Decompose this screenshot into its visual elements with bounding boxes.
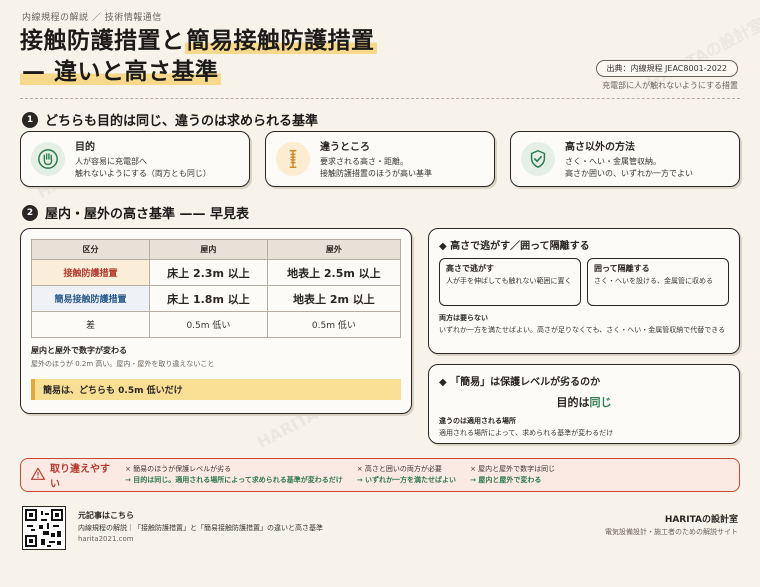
method-card-title: ◆ 高さで逃がす／囲って隔離する: [439, 241, 590, 252]
card-body-line1: 要求される高さ・距離。: [320, 157, 408, 166]
source-link-description: 内線規程の解説｜「接触防護措置」と「簡易接触防護措置」の違いと高さ基準: [78, 524, 323, 532]
column-header: 屋内: [149, 239, 268, 260]
warning-icon: [31, 467, 46, 483]
box-title: 囲って隔離する: [594, 264, 650, 273]
difference-card: 違うところ 要求される高さ・距離。 接触防護措置のほうが高い基準: [265, 131, 495, 187]
method-card: ◆ 高さで逃がす／囲って隔離する 高さで逃がす 人が手を伸ばしても触れない範囲に…: [428, 228, 740, 354]
highlight-strip: 簡易は、どちらも 0.5m 低いだけ: [31, 379, 401, 400]
purpose-card: 目的 人が容易に充電部へ 触れないようにする（両方とも同じ）: [20, 131, 250, 187]
table-row: 簡易接触防護措置 床上 1.8m 以上 地表上 2m 以上: [30, 285, 402, 312]
title-term2: 簡易接触防護措置: [184, 28, 377, 54]
source-url[interactable]: harita2021.com: [78, 535, 134, 543]
height-table-card: 区分 屋内 屋外 接触防護措置 床上 2.3m 以上 地表上 2.5m 以上 簡…: [20, 228, 412, 414]
table-cell: 床上 2.3m 以上: [149, 259, 268, 286]
title-joiner: と: [161, 28, 185, 54]
source-badge: 出典：内線規程 JEAC8001-2022: [595, 60, 738, 77]
card-body-line2: 高さか囲いの、いずれか一方でよい: [565, 169, 693, 178]
card-title: 違うところ: [320, 142, 370, 153]
row-label: 接触防護措置: [30, 259, 151, 286]
table-cell: 地表上 2m 以上: [266, 285, 402, 312]
mistake-item: × 簡易のほうが保護レベルが劣る → 目的は同じ。適用される場所によって求められ…: [125, 464, 343, 484]
table-cell: 0.5m 低い: [149, 311, 268, 338]
table-cell: 床上 1.8m 以上: [149, 285, 268, 312]
title-subline: — 違いと高さ基準: [20, 59, 221, 85]
enclosure-method-box: 囲って隔離する さく・へいを設ける、金属管に収める: [587, 258, 729, 306]
column-header: 区分: [30, 239, 151, 260]
table-row: 接触防護措置 床上 2.3m 以上 地表上 2.5m 以上: [30, 259, 402, 286]
mistake-item: × 高さと囲いの両方が必要 → いずれか一方を満たせばよい: [356, 464, 457, 484]
protection-card-title: ◆ 「簡易」は保護レベルが劣るのか: [439, 377, 601, 388]
source-subtitle: 充電部に人が触れないようにする措置: [602, 81, 738, 90]
difference-body: 適用される場所によって、求められる基準が変わるだけ: [439, 429, 614, 437]
common-mistakes-bar: 取り違えやすい × 簡易のほうが保護レベルが劣る → 目的は同じ。適用される場所…: [20, 458, 740, 492]
height-method-box: 高さで逃がす 人が手を伸ばしても触れない範囲に置く: [439, 258, 581, 306]
card-body-line1: 人が容易に充電部へ: [75, 157, 147, 166]
brand-tagline: 電気設備設計・施工者のための解説サイト: [605, 528, 738, 536]
section2-number: 2: [22, 204, 38, 221]
mistakes-label: 取り違えやすい: [31, 460, 111, 490]
section2-title: 屋内・屋外の高さ基準 —— 早見表: [45, 207, 250, 222]
card-title: 目的: [75, 142, 95, 153]
purpose-same-text: 目的は同じ: [556, 396, 612, 409]
no-need-title: 両方は要らない: [439, 314, 488, 322]
qr-code[interactable]: [22, 506, 66, 550]
column-header: 屋外: [266, 239, 402, 260]
ruler-icon: [276, 142, 310, 176]
table-header-row: 区分 屋内 屋外: [30, 239, 402, 260]
title-term1: 接触防護措置: [20, 28, 161, 54]
divider: [20, 98, 740, 99]
card-body-line1: さく・へい・金属管収納。: [565, 157, 661, 166]
page-title-line2: — 違いと高さ基準: [20, 59, 221, 85]
card-title: 高さ以外の方法: [565, 142, 635, 153]
hand-stop-icon: [31, 142, 65, 176]
box-body: 人が手を伸ばしても触れない範囲に置く: [446, 277, 572, 285]
page-title-line1: 接触防護措置と簡易接触防護措置: [20, 28, 377, 54]
protection-level-card: ◆ 「簡易」は保護レベルが劣るのか 目的は同じ 違うのは適用される場所 適用され…: [428, 364, 740, 444]
row-label: 簡易接触防護措置: [30, 285, 151, 312]
card-body-line2: 接触防護措置のほうが高い基準: [320, 169, 432, 178]
other-method-card: 高さ以外の方法 さく・へい・金属管収納。 高さか囲いの、いずれか一方でよい: [510, 131, 740, 187]
height-table: 区分 屋内 屋外 接触防護措置 床上 2.3m 以上 地表上 2.5m 以上 簡…: [30, 239, 402, 338]
breadcrumb: 内線規程の解説 ／ 技術情報通信: [22, 13, 162, 23]
no-need-body: いずれか一方を満たせばよい。高さが足りなくても、さく・へい・金属管収納で代替でき…: [439, 326, 726, 334]
section2-heading: 2 屋内・屋外の高さ基準 —— 早見表: [22, 203, 249, 222]
shield-check-icon: [521, 142, 555, 176]
table-cell: 地表上 2.5m 以上: [266, 259, 402, 286]
note-title: 屋内と屋外で数字が変わる: [31, 346, 127, 355]
section1-number: 1: [22, 111, 38, 128]
brand-name: HARITAの設計室: [664, 515, 738, 525]
difference-title: 違うのは適用される場所: [439, 417, 516, 425]
source-link-title: 元記事はこちら: [78, 511, 134, 520]
box-title: 高さで逃がす: [446, 264, 494, 273]
table-row: 差 0.5m 低い 0.5m 低い: [30, 311, 402, 338]
row-label: 差: [30, 311, 151, 338]
section1-heading: 1 どちらも目的は同じ、違うのは求められる基準: [22, 110, 318, 129]
box-body: さく・へいを設ける、金属管に収める: [594, 277, 713, 285]
section1-title: どちらも目的は同じ、違うのは求められる基準: [45, 114, 319, 129]
note-body: 屋外のほうが 0.2m 高い。屋内・屋外を取り違えないこと: [31, 360, 215, 368]
card-body-line2: 触れないようにする（両方とも同じ）: [75, 169, 211, 178]
mistake-item: × 屋内と屋外で数字は同じ → 屋内と屋外で変わる: [470, 464, 556, 484]
table-cell: 0.5m 低い: [266, 311, 402, 338]
